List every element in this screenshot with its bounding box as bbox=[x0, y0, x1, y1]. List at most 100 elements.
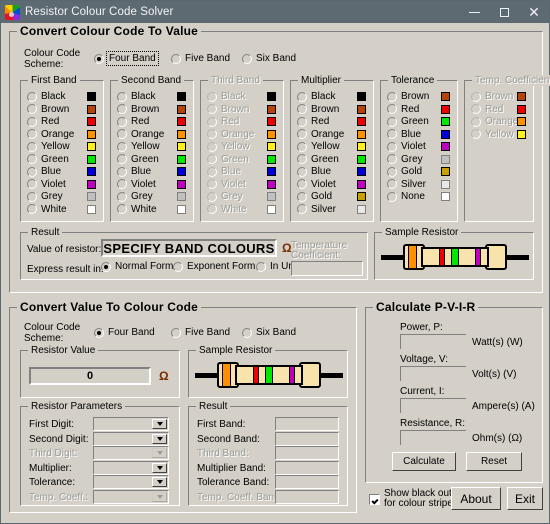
colour-radio-silver[interactable]: Silver bbox=[387, 179, 426, 190]
radio-dot bbox=[27, 179, 37, 189]
colour-radio-green[interactable]: Green bbox=[27, 154, 69, 165]
colour-radio-silver[interactable]: Silver bbox=[297, 204, 336, 215]
colour-radio-orange[interactable]: Orange bbox=[117, 129, 164, 140]
result-field-2[interactable] bbox=[275, 431, 339, 446]
calculate-button[interactable]: Calculate bbox=[392, 452, 456, 471]
temperature-coefficient-field[interactable] bbox=[291, 261, 363, 276]
radio-dot bbox=[27, 129, 37, 139]
colour-radio-blue[interactable]: Blue bbox=[297, 166, 331, 177]
colour-radio-gold[interactable]: Gold bbox=[297, 191, 332, 202]
colour-radio-white: White bbox=[207, 204, 247, 215]
scheme2-six-band-radio[interactable]: Six Band bbox=[242, 327, 296, 338]
scheme1-four-band-radio[interactable]: Four Band bbox=[94, 51, 159, 66]
colour-swatch-grey bbox=[177, 192, 186, 201]
colour-radio-black[interactable]: Black bbox=[117, 91, 155, 102]
colour-radio-orange[interactable]: Orange bbox=[27, 129, 74, 140]
close-icon[interactable]: ✕ bbox=[519, 1, 549, 23]
minimize-button[interactable] bbox=[459, 1, 489, 23]
pvir-label-2: Voltage, V: bbox=[400, 354, 448, 365]
maximize-button[interactable] bbox=[489, 1, 519, 23]
radio-dot bbox=[297, 179, 307, 189]
colour-radio-blue[interactable]: Blue bbox=[387, 129, 421, 140]
param-combo-5[interactable] bbox=[93, 475, 169, 489]
reset-button[interactable]: Reset bbox=[466, 452, 522, 471]
param-combo-1[interactable] bbox=[93, 417, 169, 431]
colour-radio-black[interactable]: Black bbox=[27, 91, 65, 102]
colour-radio-violet[interactable]: Violet bbox=[27, 179, 66, 190]
colour-radio-grey[interactable]: Grey bbox=[387, 154, 423, 165]
colour-radio-red[interactable]: Red bbox=[117, 116, 149, 127]
scheme2-four-band-radio[interactable]: Four Band bbox=[94, 327, 155, 338]
colour-radio-yellow[interactable]: Yellow bbox=[117, 141, 160, 152]
colour-radio-orange: Orange bbox=[471, 116, 518, 127]
scheme-label-line1: Colour Code bbox=[24, 48, 81, 59]
result-field-5[interactable] bbox=[275, 475, 339, 489]
colour-radio-none[interactable]: None bbox=[387, 191, 425, 202]
colour-swatch-brown bbox=[357, 104, 366, 114]
result-field-1[interactable] bbox=[275, 417, 339, 431]
colour-radio-label: Red bbox=[311, 116, 330, 127]
scheme1-six-band-radio[interactable]: Six Band bbox=[242, 53, 296, 64]
colour-swatch-white bbox=[87, 204, 96, 214]
chevron-down-icon[interactable] bbox=[152, 462, 167, 473]
colour-radio-grey[interactable]: Grey bbox=[27, 191, 63, 202]
colour-radio-label: Orange bbox=[41, 128, 75, 140]
colour-radio-gold[interactable]: Gold bbox=[387, 166, 422, 177]
colour-swatch-green bbox=[177, 154, 186, 164]
scheme2-five-band-radio[interactable]: Five Band bbox=[171, 327, 230, 338]
colour-radio-label: Grey bbox=[131, 191, 153, 202]
radio-dot bbox=[387, 104, 397, 114]
chevron-down-icon[interactable] bbox=[152, 477, 167, 487]
colour-radio-violet[interactable]: Violet bbox=[117, 179, 156, 190]
colour-radio-label: Green bbox=[311, 153, 339, 165]
chevron-down-icon bbox=[152, 448, 167, 458]
chevron-down-icon[interactable] bbox=[152, 419, 167, 429]
scheme1-five-band-radio[interactable]: Five Band bbox=[171, 53, 230, 64]
colour-radio-orange[interactable]: Orange bbox=[297, 129, 344, 140]
colour-radio-white[interactable]: White bbox=[117, 204, 157, 215]
colour-radio-red[interactable]: Red bbox=[387, 104, 419, 115]
colour-radio-yellow[interactable]: Yellow bbox=[27, 141, 70, 152]
colour-radio-green[interactable]: Green bbox=[387, 116, 429, 127]
param-combo-2[interactable] bbox=[93, 431, 169, 446]
colour-radio-black[interactable]: Black bbox=[297, 91, 335, 102]
colour-radio-black: Black bbox=[207, 91, 245, 102]
resistor-value-input[interactable]: 0 bbox=[29, 367, 151, 385]
colour-radio-green[interactable]: Green bbox=[117, 154, 159, 165]
pvir-field-1[interactable] bbox=[400, 334, 466, 349]
exit-button[interactable]: Exit bbox=[507, 487, 543, 510]
colour-radio-brown[interactable]: Brown bbox=[117, 104, 159, 115]
radio-dot bbox=[242, 53, 252, 64]
result-group: Result Value of resistor: SPECIFY BAND C… bbox=[20, 227, 368, 280]
colour-radio-brown[interactable]: Brown bbox=[387, 91, 429, 102]
colour-radio-green[interactable]: Green bbox=[297, 154, 339, 165]
radio-dot bbox=[117, 104, 127, 114]
param-combo-4[interactable] bbox=[93, 460, 169, 475]
radio-dot bbox=[207, 141, 217, 152]
colour-radio-red[interactable]: Red bbox=[27, 116, 59, 127]
chevron-down-icon[interactable] bbox=[152, 433, 167, 444]
pvir-field-3[interactable] bbox=[400, 398, 466, 413]
express-exponent-form-radio[interactable]: Exponent Form bbox=[173, 261, 255, 272]
colour-radio-grey[interactable]: Grey bbox=[117, 191, 153, 202]
colour-radio-brown[interactable]: Brown bbox=[27, 104, 69, 115]
colour-radio-brown[interactable]: Brown bbox=[297, 104, 339, 115]
express-normal-form-radio[interactable]: Normal Form bbox=[101, 261, 173, 272]
result-title: Result bbox=[28, 227, 63, 238]
colour-radio-white[interactable]: White bbox=[27, 204, 67, 215]
pvir-field-2[interactable] bbox=[400, 366, 466, 381]
colour-radio-red[interactable]: Red bbox=[297, 116, 329, 127]
about-button[interactable]: About bbox=[451, 487, 501, 510]
colour-radio-violet[interactable]: Violet bbox=[297, 179, 336, 190]
colour-swatch-gold bbox=[357, 192, 366, 201]
colour-radio-violet[interactable]: Violet bbox=[387, 141, 426, 152]
colour-radio-blue[interactable]: Blue bbox=[27, 166, 61, 177]
result-field-4[interactable] bbox=[275, 460, 339, 475]
colour-swatch-orange bbox=[267, 129, 276, 139]
pvir-field-4[interactable] bbox=[400, 430, 466, 445]
colour-radio-yellow[interactable]: Yellow bbox=[297, 141, 340, 152]
colour-radio-label: Green bbox=[221, 153, 249, 165]
colour-swatch-green bbox=[87, 154, 96, 164]
colour-radio-blue[interactable]: Blue bbox=[117, 166, 151, 177]
result-label-4: Multiplier Band: bbox=[197, 462, 266, 474]
